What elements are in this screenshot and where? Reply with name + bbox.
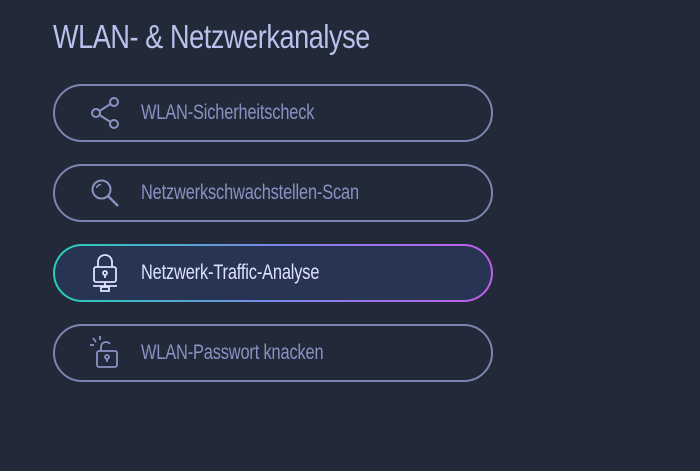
network-lock-icon	[89, 254, 121, 292]
menu-item-wlan-password-crack[interactable]: WLAN-Passwort knacken	[53, 324, 493, 382]
share-icon	[89, 97, 121, 129]
search-icon	[89, 177, 121, 209]
menu-item-wlan-security-check[interactable]: WLAN-Sicherheitscheck	[53, 84, 493, 142]
lock-crack-icon	[89, 336, 121, 369]
analysis-menu: WLAN-Sicherheitscheck Netzwerkschwachste…	[53, 84, 493, 404]
menu-item-network-traffic-analysis[interactable]: Netzwerk-Traffic-Analyse	[53, 244, 493, 302]
menu-item-network-vulnerability-scan[interactable]: Netzwerkschwachstellen-Scan	[53, 164, 493, 222]
page-title: WLAN- & Netzwerkanalyse	[53, 18, 370, 55]
menu-item-label: WLAN-Passwort knacken	[141, 341, 324, 364]
menu-item-label: Netzwerk-Traffic-Analyse	[141, 261, 320, 284]
active-item-inner: Netzwerk-Traffic-Analyse	[55, 246, 491, 300]
menu-item-label: WLAN-Sicherheitscheck	[141, 101, 315, 124]
menu-item-label: Netzwerkschwachstellen-Scan	[141, 181, 359, 204]
